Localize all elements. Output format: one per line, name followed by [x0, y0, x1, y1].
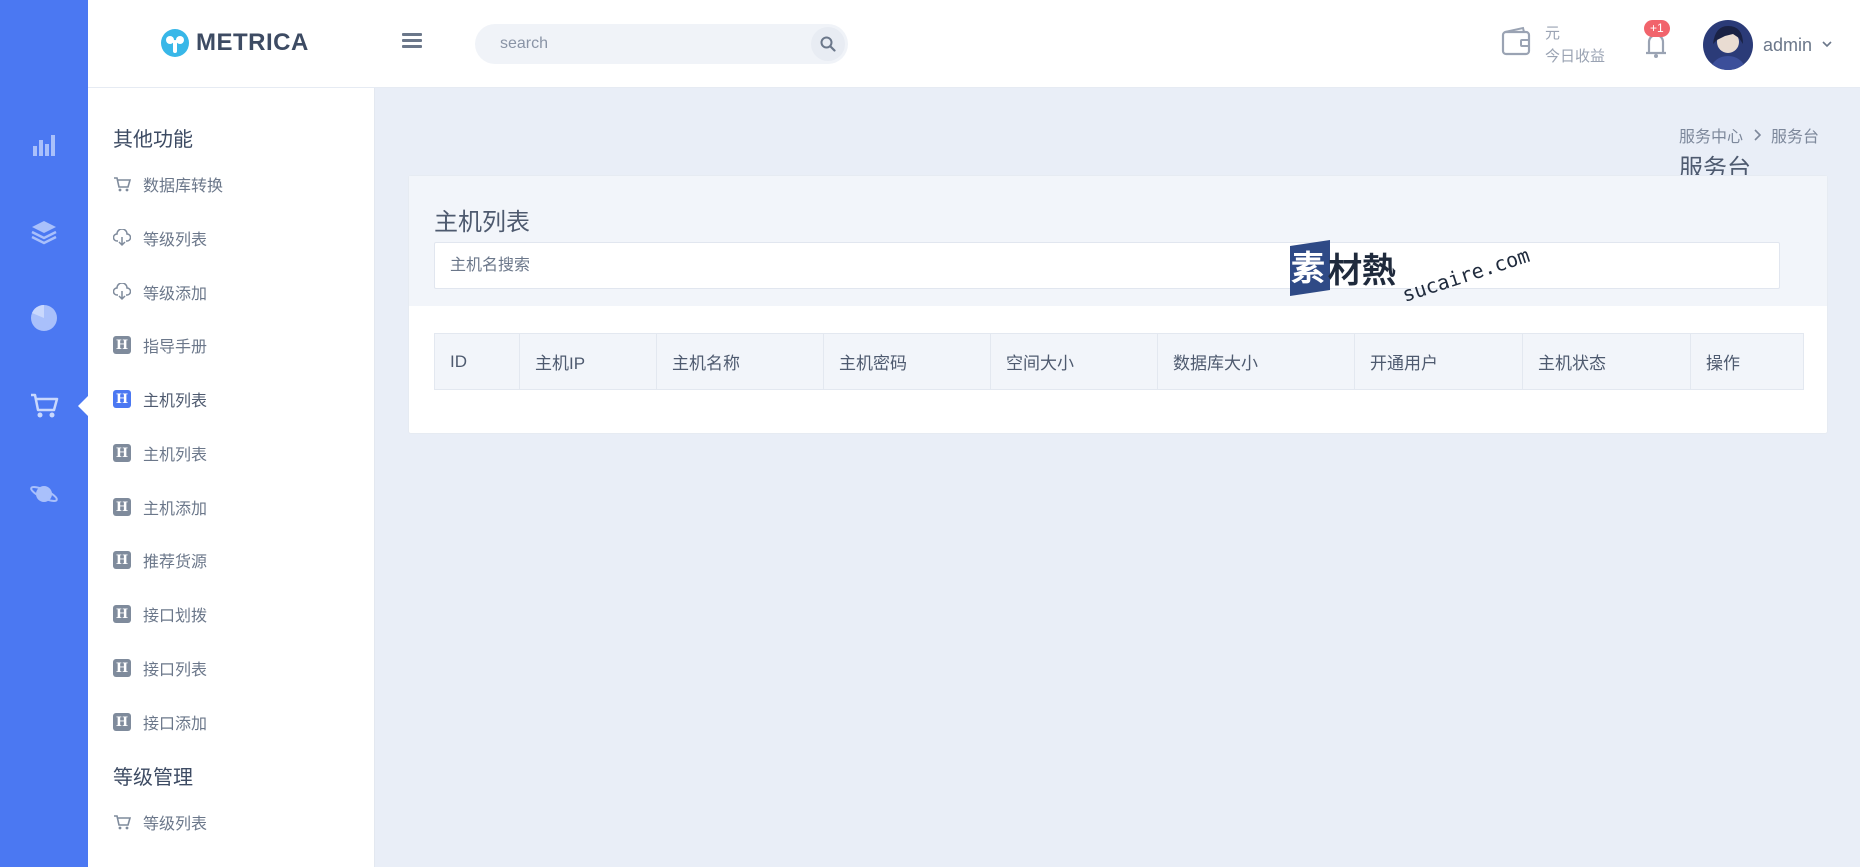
column-header-host-password[interactable]: 主机密码	[823, 333, 991, 390]
brand-logo[interactable]: METRICA	[160, 28, 309, 58]
search-icon	[820, 36, 836, 52]
h-icon: H	[113, 551, 131, 569]
sidebar-item-level-list-2[interactable]: 等级列表	[113, 807, 207, 837]
column-header-space-size[interactable]: 空间大小	[990, 333, 1158, 390]
sidebar-item-api-list[interactable]: H 接口列表	[113, 653, 207, 683]
wallet-icon	[1501, 26, 1531, 56]
sidebar-item-api-add[interactable]: H 接口添加	[113, 707, 207, 737]
cloud-download-icon	[113, 283, 131, 301]
breadcrumb-current: 服务台	[1771, 129, 1820, 146]
sidebar-item-guide[interactable]: H 指导手册	[113, 330, 207, 360]
h-icon: H	[113, 659, 131, 677]
cart-icon	[113, 175, 131, 193]
sidebar-item-host-add[interactable]: H 主机添加	[113, 492, 207, 522]
column-header-user[interactable]: 开通用户	[1354, 333, 1523, 390]
sidebar-item-label: 主机列表	[143, 393, 208, 410]
breadcrumb-parent[interactable]: 服务中心	[1679, 123, 1743, 147]
icon-rail	[0, 0, 89, 867]
svg-text:sucaire.com: sucaire.com	[1399, 243, 1532, 307]
sidebar-item-label: 数据库转换	[143, 178, 224, 195]
breadcrumb: 服务中心 服务台	[1679, 123, 1819, 147]
cloud-download-icon	[113, 229, 131, 247]
shopping-cart-icon[interactable]	[26, 388, 62, 424]
sidebar-item-database-convert[interactable]: 数据库转换	[113, 169, 223, 199]
column-header-id[interactable]: ID	[434, 333, 520, 390]
sidebar-section-title: 等级管理	[113, 767, 193, 789]
user-name[interactable]: admin	[1763, 35, 1812, 56]
search-button[interactable]	[811, 27, 845, 61]
avatar[interactable]	[1703, 20, 1753, 70]
planet-icon[interactable]	[26, 476, 62, 512]
sidebar-item-label: 主机列表	[143, 447, 208, 464]
column-header-host-ip[interactable]: 主机IP	[519, 333, 657, 390]
notification-badge: +1	[1644, 20, 1670, 37]
sidebar-item-label: 主机添加	[143, 501, 208, 518]
h-icon: H	[113, 336, 131, 354]
search-input[interactable]	[475, 24, 805, 64]
sidebar-item-label: 指导手册	[143, 339, 208, 356]
column-header-db-size[interactable]: 数据库大小	[1157, 333, 1355, 390]
sidebar-item-host-list-active[interactable]: H 主机列表	[113, 384, 207, 414]
sidebar-item-label: 接口列表	[143, 662, 208, 679]
sidebar-item-host-list[interactable]: H 主机列表	[113, 438, 207, 468]
host-search-input[interactable]	[434, 242, 1780, 289]
svg-text:材熱: 材熱	[1328, 251, 1396, 291]
sidebar-item-level-list[interactable]: 等级列表	[113, 223, 207, 253]
sidebar-item-level-add[interactable]: 等级添加	[113, 277, 207, 307]
logo-icon	[161, 29, 189, 57]
column-header-host-name[interactable]: 主机名称	[656, 333, 824, 390]
h-icon: H	[113, 605, 131, 623]
h-icon: H	[113, 390, 131, 408]
sidebar-item-label: 等级列表	[143, 232, 208, 249]
chevron-down-icon[interactable]	[1821, 38, 1833, 50]
menu-toggle-button[interactable]	[402, 30, 426, 54]
chevron-right-icon	[1754, 129, 1762, 141]
sidebar-section-title: 其他功能	[113, 129, 193, 151]
brand-name: METRICA	[196, 29, 309, 56]
sidebar: 其他功能 数据库转换 等级列表 等级添加 H 指导手册 H 主机列表 H 主机列…	[88, 88, 375, 867]
svg-text:素: 素	[1291, 249, 1325, 289]
host-list-card: 主机列表 ID 主机IP 主机名称 主机密码 空间大小 数据库大小 开通用户 主…	[408, 175, 1828, 434]
h-icon: H	[113, 498, 131, 516]
card-header: 主机列表	[409, 176, 1827, 306]
column-header-status[interactable]: 主机状态	[1522, 333, 1691, 390]
sidebar-item-label: 接口划拨	[143, 608, 208, 625]
host-table: ID 主机IP 主机名称 主机密码 空间大小 数据库大小 开通用户 主机状态 操…	[434, 333, 1804, 390]
sidebar-item-recommended-source[interactable]: H 推荐货源	[113, 545, 207, 575]
sidebar-item-label: 等级列表	[143, 816, 208, 833]
earnings-label: 今日收益	[1545, 48, 1606, 65]
layers-icon[interactable]	[26, 214, 62, 250]
sidebar-item-label: 接口添加	[143, 716, 208, 733]
column-header-actions[interactable]: 操作	[1690, 333, 1804, 390]
cart-icon	[113, 813, 131, 831]
sidebar-item-api-transfer[interactable]: H 接口划拨	[113, 599, 207, 629]
card-title: 主机列表	[434, 209, 530, 236]
sidebar-item-label: 推荐货源	[143, 554, 208, 571]
global-search	[475, 24, 848, 64]
h-icon: H	[113, 444, 131, 462]
sidebar-item-label: 等级添加	[143, 286, 208, 303]
bar-chart-icon[interactable]	[26, 127, 62, 163]
table-header-row: ID 主机IP 主机名称 主机密码 空间大小 数据库大小 开通用户 主机状态 操…	[434, 333, 1804, 390]
watermark-logo: 素 材熱 sucaire.com	[1290, 240, 1533, 307]
h-icon: H	[113, 713, 131, 731]
earnings-unit: 元	[1545, 25, 1561, 42]
pie-chart-icon[interactable]	[26, 300, 62, 336]
top-bar: METRICA 元 今日收益 +1 admin	[88, 0, 1860, 88]
